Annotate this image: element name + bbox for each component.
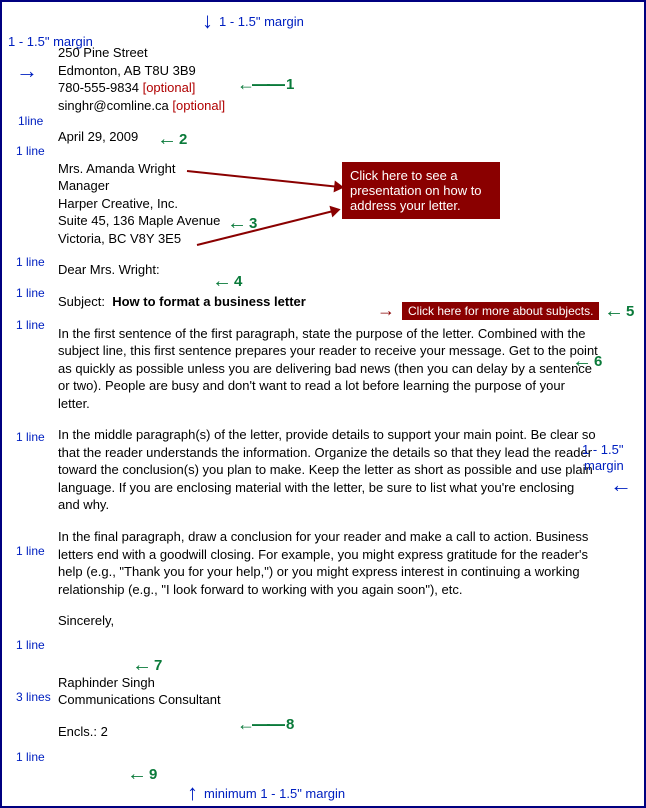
- paragraph-3: In the final paragraph, draw a conclusio…: [58, 528, 598, 598]
- sender-email-line: singhr@comline.ca [optional]: [58, 97, 598, 115]
- email-optional-note: [optional]: [172, 98, 225, 113]
- sender-city: Edmonton, AB T8U 3B9: [58, 62, 598, 80]
- callout-9-num: 9: [149, 766, 157, 783]
- arrow-left-icon: [237, 714, 282, 735]
- callout-7: 7: [132, 654, 162, 677]
- spacing-1line-g: 1 line: [16, 544, 45, 558]
- arrow-left-icon: [127, 763, 145, 786]
- signature-block: Raphinder Singh Communications Consultan…: [58, 674, 598, 709]
- link-subjects-text: Click here for more about subjects.: [408, 304, 593, 318]
- link-subjects[interactable]: Click here for more about subjects.: [402, 302, 599, 320]
- red-arrow-subject-to-box: [377, 300, 395, 321]
- spacing-1line-b: 1 line: [16, 144, 45, 158]
- sender-email: singhr@comline.ca: [58, 98, 169, 113]
- right-margin-bottom-text: margin: [584, 458, 624, 473]
- callout-7-num: 7: [154, 657, 162, 674]
- letter-format-diagram: 1 - 1.5" margin 1 - 1.5" margin 250 Pine…: [0, 0, 646, 808]
- sender-street: 250 Pine Street: [58, 44, 598, 62]
- callout-6: 6: [572, 350, 602, 373]
- arrow-left-icon: [157, 128, 175, 151]
- top-margin-text: 1 - 1.5" margin: [219, 14, 304, 29]
- callout-1-num: 1: [286, 76, 294, 93]
- arrow-right-icon: [16, 66, 38, 81]
- subject-text: How to format a business letter: [112, 294, 306, 309]
- recipient-city: Victoria, BC V8Y 3E5: [58, 230, 598, 248]
- enclosures-block: Encls.: 2: [58, 723, 598, 741]
- top-margin-label: 1 - 1.5" margin: [202, 8, 304, 34]
- arrow-left-icon: [132, 654, 150, 677]
- bottom-margin-label: minimum 1 - 1.5" margin: [187, 780, 345, 806]
- salutation-text: Dear Mrs. Wright:: [58, 262, 160, 277]
- spacing-3lines: 3 lines: [16, 690, 51, 704]
- arrow-up-icon: [187, 780, 198, 806]
- phone-optional-note: [optional]: [143, 80, 196, 95]
- callout-8-num: 8: [286, 716, 294, 733]
- right-margin-top-text: 1 - 1.5": [582, 442, 623, 457]
- date-text: April 29, 2009: [58, 129, 138, 144]
- callout-5: 5: [604, 300, 634, 323]
- signature-title: Communications Consultant: [58, 691, 598, 709]
- callout-9: 9: [127, 763, 157, 786]
- paragraph-2: In the middle paragraph(s) of the letter…: [58, 426, 598, 514]
- recipient-block: Mrs. Amanda Wright Manager Harper Creati…: [58, 160, 598, 248]
- arrow-left-blue-icon: [610, 480, 632, 495]
- link-address-text: Click here to see a presentation on how …: [350, 168, 482, 213]
- spacing-1line-d: 1 line: [16, 286, 45, 300]
- sender-phone: 780-555-9834: [58, 80, 139, 95]
- right-margin-arrow: [610, 472, 632, 498]
- callout-4-num: 4: [234, 273, 242, 290]
- closing-text: Sincerely,: [58, 613, 114, 628]
- subject-label: Subject:: [58, 294, 105, 309]
- recipient-company: Harper Creative, Inc.: [58, 195, 598, 213]
- callout-2-num: 2: [179, 131, 187, 148]
- paragraph-1: In the first sentence of the first parag…: [58, 325, 598, 413]
- arrow-left-icon: [572, 350, 590, 373]
- spacing-1line-e: 1 line: [16, 318, 45, 332]
- link-address-presentation[interactable]: Click here to see a presentation on how …: [342, 162, 500, 219]
- arrow-left-icon: [212, 270, 230, 293]
- letter-body: 250 Pine Street Edmonton, AB T8U 3B9 780…: [58, 44, 598, 740]
- callout-4: 4: [212, 270, 242, 293]
- bottom-margin-text: minimum 1 - 1.5" margin: [204, 786, 345, 801]
- callout-8: 8: [237, 714, 294, 735]
- callout-2: 2: [157, 128, 187, 151]
- callout-1: 1: [237, 74, 294, 95]
- spacing-1line-c: 1 line: [16, 255, 45, 269]
- callout-6-num: 6: [594, 353, 602, 370]
- arrow-left-icon: [237, 74, 282, 95]
- arrow-left-icon: [604, 300, 622, 323]
- closing-block: Sincerely,: [58, 612, 598, 630]
- spacing-1line-i: 1 line: [16, 750, 45, 764]
- callout-5-num: 5: [626, 303, 634, 320]
- date-block: April 29, 2009: [58, 128, 598, 146]
- spacing-1line-f: 1 line: [16, 430, 45, 444]
- recipient-street: Suite 45, 136 Maple Avenue: [58, 212, 598, 230]
- spacing-1line-a: 1line: [18, 114, 43, 128]
- spacing-1line-h: 1 line: [16, 638, 45, 652]
- sender-address-block: 250 Pine Street Edmonton, AB T8U 3B9 780…: [58, 44, 598, 114]
- enclosures-text: Encls.: 2: [58, 724, 108, 739]
- arrow-down-icon: [202, 8, 213, 34]
- left-margin-arrow: [16, 58, 38, 84]
- recipient-name: Mrs. Amanda Wright: [58, 160, 598, 178]
- salutation-block: Dear Mrs. Wright:: [58, 261, 598, 279]
- sender-phone-line: 780-555-9834 [optional]: [58, 79, 598, 97]
